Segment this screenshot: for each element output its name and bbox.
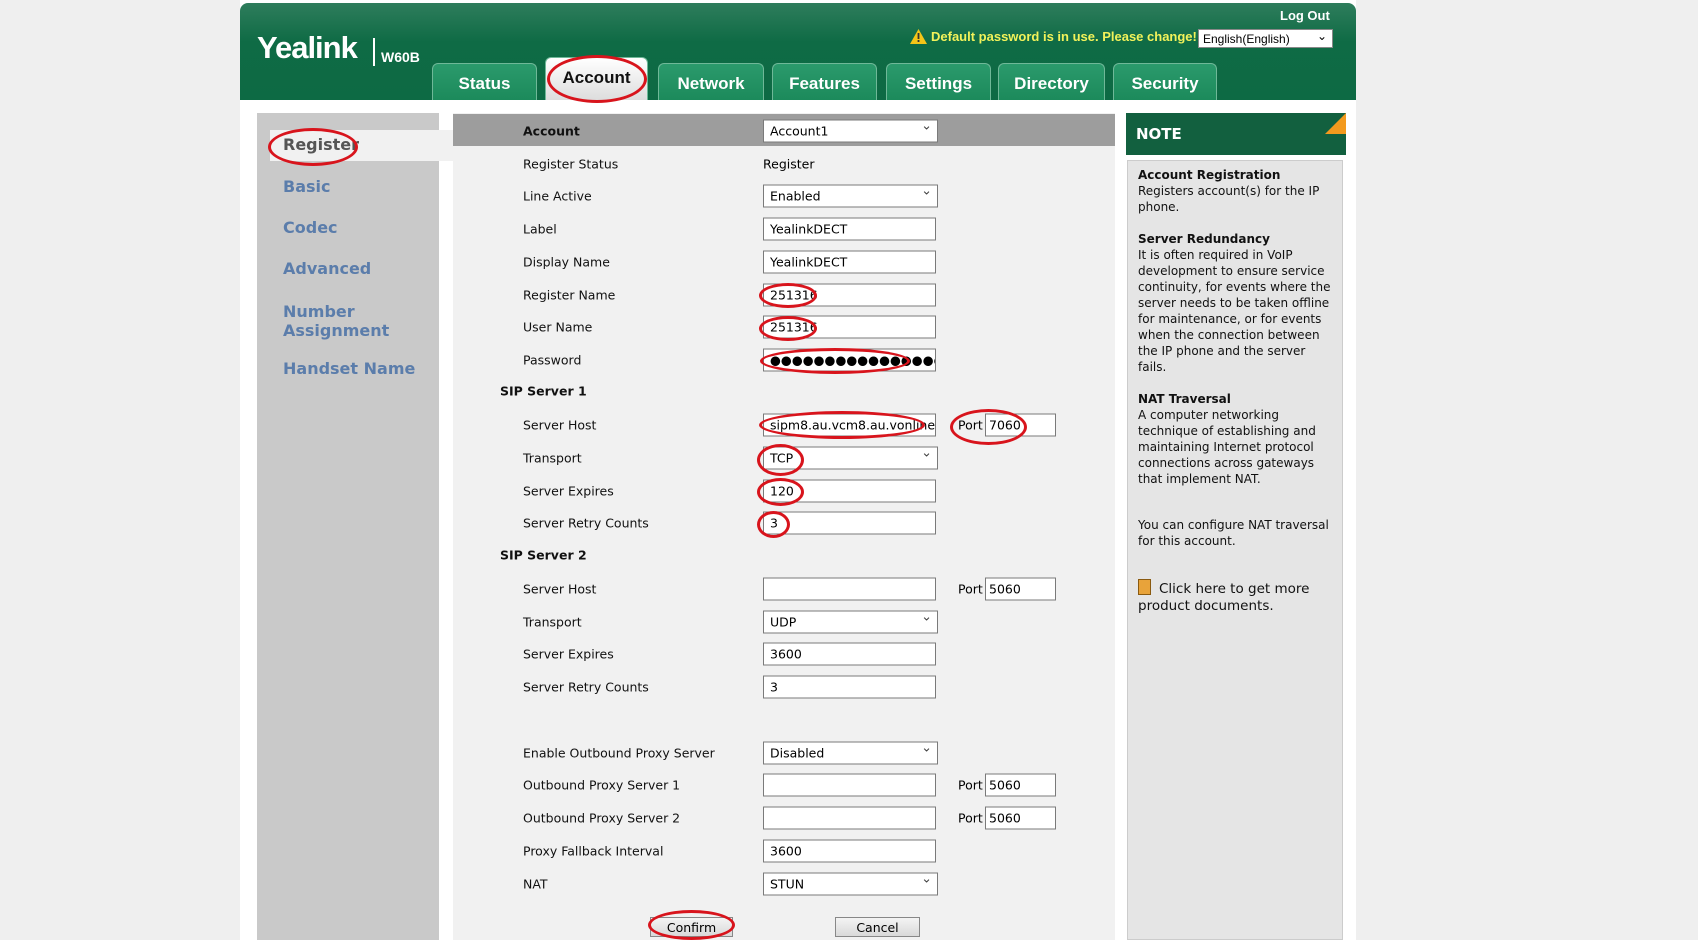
logo-divider <box>373 38 375 66</box>
enable-outbound-proxy-server-select[interactable]: Disabled <box>763 741 938 765</box>
nat-select[interactable]: STUN <box>763 872 938 896</box>
port-label: Port <box>958 777 983 793</box>
label-proxy-fallback-interval: Proxy Fallback Interval <box>523 843 664 859</box>
label-enable-outbound-proxy-server: Enable Outbound Proxy Server <box>523 745 715 761</box>
label-outbound-proxy-server-1: Outbound Proxy Server 1 <box>523 777 681 793</box>
label-account: Account <box>523 123 580 139</box>
cancel-button[interactable]: Cancel <box>835 917 920 937</box>
section-sip-server-1: SIP Server 1 <box>500 383 587 399</box>
label-transport: Transport <box>523 450 582 466</box>
label-transport: Transport <box>523 614 582 630</box>
language-value: English(English) <box>1203 32 1290 46</box>
warning-icon <box>910 29 927 44</box>
yealink-logo: Yealink <box>257 30 358 65</box>
label-display-name: Display Name <box>523 254 610 270</box>
docs-link-text: Click here to get more product documents… <box>1138 581 1310 614</box>
note-heading: Server Redundancy <box>1138 232 1270 246</box>
port-label: Port <box>958 810 983 826</box>
note-heading: NAT Traversal <box>1138 392 1231 406</box>
sidebar-item-handset-name[interactable]: Handset Name <box>283 359 433 378</box>
label-server-retry-counts: Server Retry Counts <box>523 679 649 695</box>
note-text: You can configure NAT traversal for this… <box>1138 518 1329 548</box>
server-host-port-input[interactable]: 5060 <box>985 577 1056 601</box>
docs-link[interactable]: Click here to get more product documents… <box>1138 579 1332 615</box>
note-section: You can configure NAT traversal for this… <box>1138 517 1332 549</box>
language-select[interactable]: English(English) ⌄ <box>1198 29 1333 48</box>
line-active-select[interactable]: Enabled <box>763 184 938 208</box>
label-label: Label <box>523 221 557 237</box>
account-select[interactable]: Account1 <box>763 119 938 143</box>
server-retry-counts-input[interactable]: 3 <box>763 511 936 535</box>
label-server-host: Server Host <box>523 581 597 597</box>
sidebar-item-codec[interactable]: Codec <box>283 218 433 237</box>
proxy-fallback-interval-input[interactable]: 3600 <box>763 839 936 863</box>
sidebar-item-basic[interactable]: Basic <box>283 177 433 196</box>
default-password-warning[interactable]: Default password is in use. Please chang… <box>910 29 1197 44</box>
logout-link[interactable]: Log Out <box>1280 8 1330 23</box>
note-text: A computer networking technique of estab… <box>1138 408 1316 486</box>
note-text: It is often required in VoIP development… <box>1138 248 1331 374</box>
display-name-input[interactable]: YealinkDECT <box>763 250 936 274</box>
model-name: W60B <box>381 49 420 65</box>
outbound-proxy-server-1-port-input[interactable]: 5060 <box>985 773 1056 797</box>
label-server-host: Server Host <box>523 417 597 433</box>
tab-status[interactable]: Status <box>432 63 537 100</box>
label-register-status: Register Status <box>523 156 619 172</box>
server-expires-input[interactable]: 120 <box>763 479 936 503</box>
server-retry-counts-input[interactable]: 3 <box>763 675 936 699</box>
note-section: Account Registration Registers account(s)… <box>1138 167 1332 215</box>
sidebar-item-number-assignment[interactable]: Number Assignment <box>283 302 433 340</box>
transport-select[interactable]: UDP <box>763 610 938 634</box>
label-password: Password <box>523 352 582 368</box>
document-icon <box>1138 579 1151 595</box>
tab-security[interactable]: Security <box>1113 63 1217 100</box>
note-text: Registers account(s) for the IP phone. <box>1138 184 1320 214</box>
outbound-proxy-server-2-input[interactable] <box>763 806 936 830</box>
confirm-button[interactable]: Confirm <box>650 917 733 937</box>
outbound-proxy-server-1-input[interactable] <box>763 773 936 797</box>
tab-directory[interactable]: Directory <box>998 63 1105 100</box>
note-corner-fold <box>1325 113 1346 134</box>
server-host-input[interactable] <box>763 577 936 601</box>
label-input[interactable]: YealinkDECT <box>763 217 936 241</box>
port-label: Port <box>958 581 983 597</box>
register-name-input[interactable]: 251316 <box>763 283 936 307</box>
outbound-proxy-server-2-port-input[interactable]: 5060 <box>985 806 1056 830</box>
password-input[interactable]: ●●●●●●●●●●●●●●●● <box>763 348 936 372</box>
tab-settings[interactable]: Settings <box>886 63 991 100</box>
server-expires-input[interactable]: 3600 <box>763 642 936 666</box>
tab-features[interactable]: Features <box>772 63 877 100</box>
register-status-value: Register <box>763 156 815 172</box>
label-line-active: Line Active <box>523 188 592 204</box>
sidebar-item-register[interactable]: Register <box>283 135 433 154</box>
chevron-down-icon: ⌄ <box>1316 29 1327 43</box>
note-section: Server Redundancy It is often required in… <box>1138 231 1332 375</box>
port-label: Port <box>958 417 983 433</box>
transport-select[interactable]: TCP <box>763 446 938 470</box>
note-heading: Account Registration <box>1138 168 1281 182</box>
server-host-port-input[interactable]: 7060 <box>985 413 1056 437</box>
sidebar-item-advanced[interactable]: Advanced <box>283 259 433 278</box>
label-nat: NAT <box>523 876 548 892</box>
user-name-input[interactable]: 251316 <box>763 315 936 339</box>
label-register-name: Register Name <box>523 287 616 303</box>
note-panel: Account Registration Registers account(s)… <box>1127 160 1343 940</box>
label-outbound-proxy-server-2: Outbound Proxy Server 2 <box>523 810 681 826</box>
note-section: NAT Traversal A computer networking techn… <box>1138 391 1332 487</box>
section-sip-server-2: SIP Server 2 <box>500 547 587 563</box>
tab-account[interactable]: Account <box>545 57 648 100</box>
warning-text: Default password is in use. Please chang… <box>931 29 1197 44</box>
label-user-name: User Name <box>523 319 593 335</box>
label-server-retry-counts: Server Retry Counts <box>523 515 649 531</box>
server-host-input[interactable]: sipm8.au.vcm8.au.vonline <box>763 413 936 437</box>
tab-network[interactable]: Network <box>658 63 764 100</box>
note-title: NOTE <box>1126 113 1346 155</box>
sidebar <box>257 113 439 940</box>
label-server-expires: Server Expires <box>523 646 614 662</box>
label-server-expires: Server Expires <box>523 483 614 499</box>
